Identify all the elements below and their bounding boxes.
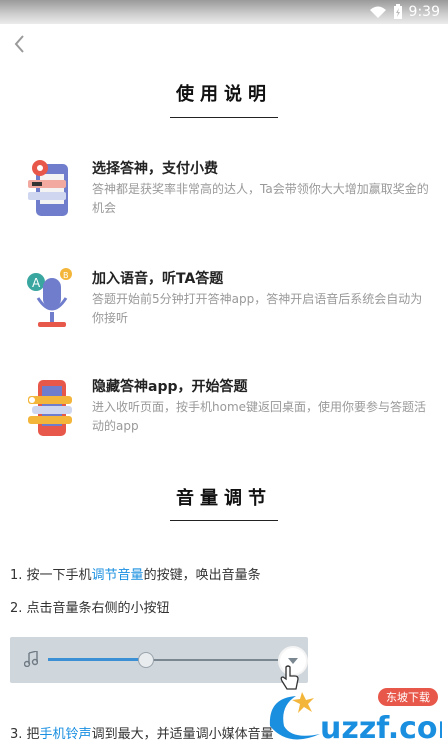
volume-title: 音量调节 — [176, 488, 272, 509]
step-3-text: 3. 把 — [10, 727, 40, 742]
usage-item-3: 隐藏答神app，开始答题 进入收听页面，按手机home键返回桌面，使用你要参与答… — [20, 376, 430, 446]
volume-step-3: 3. 把手机铃声调到最大，并适量调小媒体音量 — [10, 723, 274, 742]
usage-item-2: A B 加入语音，听TA答题 答题开始前5分钟打开答神app，答神开启语音后系统… — [20, 268, 430, 338]
microphone-icon: A B — [27, 268, 72, 327]
step-1-text: 1. 按一下手机 — [10, 568, 92, 583]
music-note-icon — [24, 651, 38, 667]
step-3-text-end: 调到最大，并适量调小媒体音量 — [91, 727, 274, 742]
usage-title: 使用说明 — [176, 84, 272, 105]
volume-bar-illustration — [10, 637, 308, 690]
svg-text:B: B — [63, 271, 69, 280]
status-bar: 9:39 — [0, 0, 448, 24]
step-1-text-end: 的按键，唤出音量条 — [143, 568, 261, 583]
usage-item-1: 选择答神，支付小费 答神都是获奖率非常高的达人，Ta会带领你大大增加赢取奖金的机… — [20, 158, 430, 228]
usage-item-title: 加入语音，听TA答题 — [92, 271, 224, 287]
phone-layers-icon — [28, 380, 72, 436]
volume-step-2: 2. 点击音量条右侧的小按钮 — [10, 597, 170, 616]
battery-icon — [393, 4, 402, 19]
usage-title-divider — [170, 117, 278, 118]
usage-item-desc: 进入收听页面，按手机home键返回桌面，使用你要参与答题活动的app — [92, 400, 427, 433]
volume-fill — [48, 658, 145, 661]
step-2-text: 2. 点击音量条右侧的小按钮 — [10, 601, 170, 616]
volume-step-1: 1. 按一下手机调节音量的按键，唤出音量条 — [10, 564, 261, 583]
uzzf-watermark-logo: 东坡下载 uzzf.com — [269, 688, 442, 744]
volume-slider-knob[interactable] — [138, 652, 154, 668]
volume-title-divider — [170, 520, 278, 521]
step-3-highlight: 手机铃声 — [39, 727, 92, 742]
usage-item-title: 选择答神，支付小费 — [92, 161, 218, 177]
back-button[interactable] — [8, 32, 32, 56]
status-time: 9:39 — [408, 4, 440, 20]
usage-item-desc: 答题开始前5分钟打开答神app，答神开启语音后系统会自动为你接听 — [92, 292, 423, 325]
step-1-highlight: 调节音量 — [91, 568, 144, 583]
svg-text:东坡下载: 东坡下载 — [386, 691, 430, 704]
phone-reward-icon — [28, 160, 68, 216]
svg-text:uzzf.com: uzzf.com — [320, 711, 442, 744]
usage-item-title: 隐藏答神app，开始答题 — [92, 379, 248, 395]
usage-item-desc: 答神都是获奖率非常高的达人，Ta会带领你大大增加赢取奖金的机会 — [92, 182, 429, 215]
wifi-icon — [369, 6, 386, 18]
svg-text:A: A — [32, 276, 41, 290]
